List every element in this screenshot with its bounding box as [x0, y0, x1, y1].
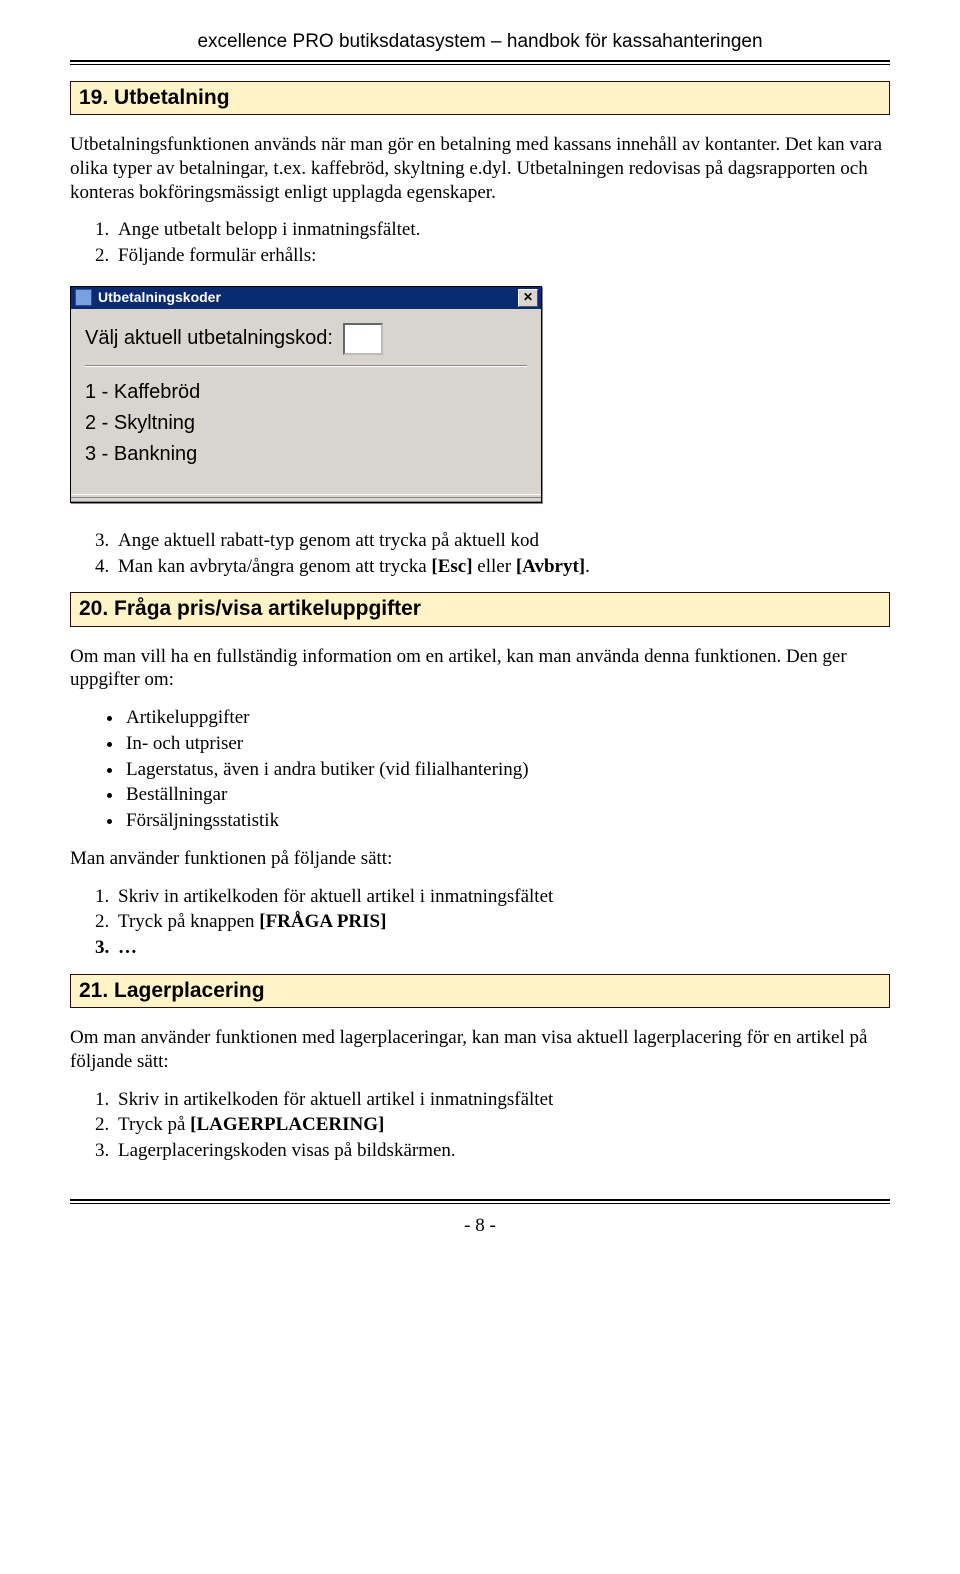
dialog-title: Utbetalningskoder: [98, 289, 518, 307]
page: excellence PRO butiksdatasystem – handbo…: [0, 0, 960, 1258]
page-number: - 8 -: [70, 1214, 890, 1238]
dialog-prompt-row: Välj aktuell utbetalningskod:: [85, 323, 527, 355]
section-21-steps: Skriv in artikelkoden för aktuell artike…: [90, 1088, 890, 1163]
footer-rule-thin: [70, 1203, 890, 1204]
button-fraga-pris: [FRÅGA PRIS]: [259, 911, 386, 932]
section-19-steps-3-4: Ange aktuell rabatt-typ genom att trycka…: [90, 529, 890, 579]
section-20-intro: Om man vill ha en fullständig informatio…: [70, 645, 890, 693]
dialog-titlebar: Utbetalningskoder ✕: [71, 287, 541, 309]
text: Tryck på: [118, 1114, 190, 1135]
dialog-bottom-ridge: [71, 494, 541, 502]
dialog-code-list: 1 - Kaffebröd 2 - Skyltning 3 - Bankning: [85, 377, 527, 486]
list-item: Lagerstatus, även i andra butiker (vid f…: [124, 758, 890, 782]
list-item: Försäljningsstatistik: [124, 809, 890, 833]
list-item: Ange aktuell rabatt-typ genom att trycka…: [114, 529, 890, 553]
list-item: Beställningar: [124, 783, 890, 807]
list-item: Tryck på knappen [FRÅGA PRIS]: [114, 910, 890, 934]
list-item: Följande formulär erhålls:: [114, 244, 890, 268]
list-item: Man kan avbryta/ångra genom att trycka […: [114, 555, 890, 579]
section-19-intro: Utbetalningsfunktionen används när man g…: [70, 133, 890, 204]
text: .: [585, 556, 590, 577]
list-item[interactable]: 2 - Skyltning: [85, 408, 527, 439]
dialog-utbetalningskoder: Utbetalningskoder ✕ Välj aktuell utbetal…: [70, 286, 542, 503]
list-item: Skriv in artikelkoden för aktuell artike…: [114, 1088, 890, 1112]
text: eller: [473, 556, 516, 577]
list-item: Artikeluppgifter: [124, 706, 890, 730]
window-icon: [75, 289, 92, 306]
section-heading-19: 19. Utbetalning: [70, 81, 890, 115]
list-item[interactable]: 3 - Bankning: [85, 439, 527, 470]
section-20-steps: Skriv in artikelkoden för aktuell artike…: [90, 885, 890, 960]
list-item: Tryck på [LAGERPLACERING]: [114, 1113, 890, 1137]
list-item: Lagerplaceringskoden visas på bildskärme…: [114, 1139, 890, 1163]
key-esc: [Esc]: [431, 556, 472, 577]
section-20-bullets: Artikeluppgifter In- och utpriser Lagers…: [100, 706, 890, 833]
dialog-separator: [85, 365, 527, 367]
footer-rule-thick: [70, 1199, 890, 1201]
section-20-usage-intro: Man använder funktionen på följande sätt…: [70, 847, 890, 871]
header-rule-thin: [70, 64, 890, 65]
section-heading-20: 20. Fråga pris/visa artikeluppgifter: [70, 592, 890, 626]
list-item: Skriv in artikelkoden för aktuell artike…: [114, 885, 890, 909]
code-input[interactable]: [343, 323, 383, 355]
list-item: Ange utbetalt belopp i inmatningsfältet.: [114, 218, 890, 242]
key-avbryt: [Avbryt]: [516, 556, 585, 577]
dialog-body: Välj aktuell utbetalningskod: 1 - Kaffeb…: [71, 309, 541, 494]
section-19-steps-1-2: Ange utbetalt belopp i inmatningsfältet.…: [90, 218, 890, 268]
text: Man kan avbryta/ångra genom att trycka: [118, 556, 431, 577]
close-button[interactable]: ✕: [518, 289, 538, 307]
list-item[interactable]: 1 - Kaffebröd: [85, 377, 527, 408]
dialog-prompt-label: Välj aktuell utbetalningskod:: [85, 326, 333, 351]
section-heading-21: 21. Lagerplacering: [70, 974, 890, 1008]
page-header: excellence PRO butiksdatasystem – handbo…: [70, 30, 890, 60]
text: Tryck på knappen: [118, 911, 259, 932]
button-lagerplacering: [LAGERPLACERING]: [190, 1114, 384, 1135]
header-rule-thick: [70, 60, 890, 62]
list-item: …: [114, 936, 890, 960]
dialog-figure: Utbetalningskoder ✕ Välj aktuell utbetal…: [70, 286, 890, 503]
section-21-intro: Om man använder funktionen med lagerplac…: [70, 1026, 890, 1074]
list-item: In- och utpriser: [124, 732, 890, 756]
